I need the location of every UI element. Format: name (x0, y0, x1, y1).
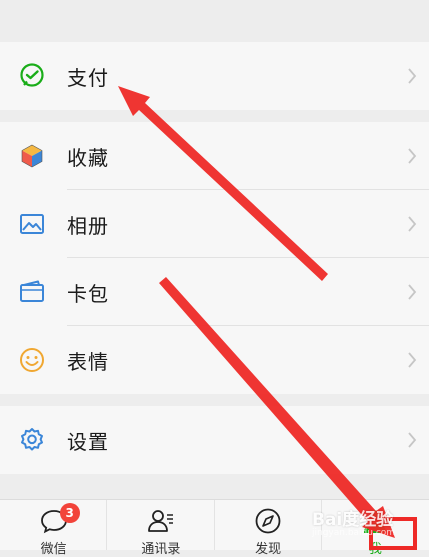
chevron-right-icon (408, 216, 417, 232)
unread-badge: 3 (59, 503, 80, 523)
compass-icon (253, 506, 283, 536)
watermark-subtext: jingyan.baidu.com (312, 528, 396, 538)
tab-label-discover: 发现 (255, 542, 282, 557)
tab-label-contacts: 通讯录 (141, 542, 181, 557)
chevron-right-icon (408, 148, 417, 164)
tab-contacts[interactable]: 通讯录 (107, 500, 215, 557)
menu-item-favorites[interactable]: 收藏 (0, 122, 429, 190)
gear-icon (21, 428, 43, 451)
watermark-text: Bai度经验 (312, 510, 394, 530)
chevron-right-icon (408, 432, 417, 448)
cube-icon (21, 144, 43, 168)
wallet-icon (20, 280, 44, 302)
tab-chats[interactable]: 3 微信 (0, 500, 108, 557)
menu-label-album: 相册 (67, 213, 109, 238)
chevron-right-icon (408, 352, 417, 368)
tab-label-chats: 微信 (40, 542, 67, 557)
menu-item-cards[interactable]: 卡包 (0, 258, 429, 326)
middle-group: 收藏 相册 卡包 表情 (0, 122, 429, 394)
menu-item-stickers[interactable]: 表情 (0, 326, 429, 394)
menu-label-pay: 支付 (67, 65, 109, 90)
tab-label-me: 我 (368, 542, 382, 557)
settings-group: 设置 (0, 406, 429, 474)
menu-label-cards: 卡包 (67, 281, 109, 306)
wechat-pay-icon (20, 63, 44, 87)
tab-discover[interactable]: 发现 (215, 500, 322, 557)
top-spacer (0, 0, 429, 30)
chevron-right-icon (408, 284, 417, 300)
menu-item-album[interactable]: 相册 (0, 190, 429, 258)
smiley-icon (20, 348, 44, 372)
picture-icon (20, 214, 44, 234)
chevron-right-icon (408, 68, 417, 84)
pay-group: 支付 (0, 42, 429, 110)
menu-label-settings: 设置 (67, 429, 109, 454)
menu-item-pay[interactable]: 支付 (0, 42, 429, 110)
chat-bubble-icon: 3 (39, 503, 80, 536)
menu-label-favorites: 收藏 (67, 145, 109, 170)
menu-label-stickers: 表情 (67, 349, 109, 374)
contacts-icon (146, 506, 176, 536)
menu-item-settings[interactable]: 设置 (0, 406, 429, 474)
